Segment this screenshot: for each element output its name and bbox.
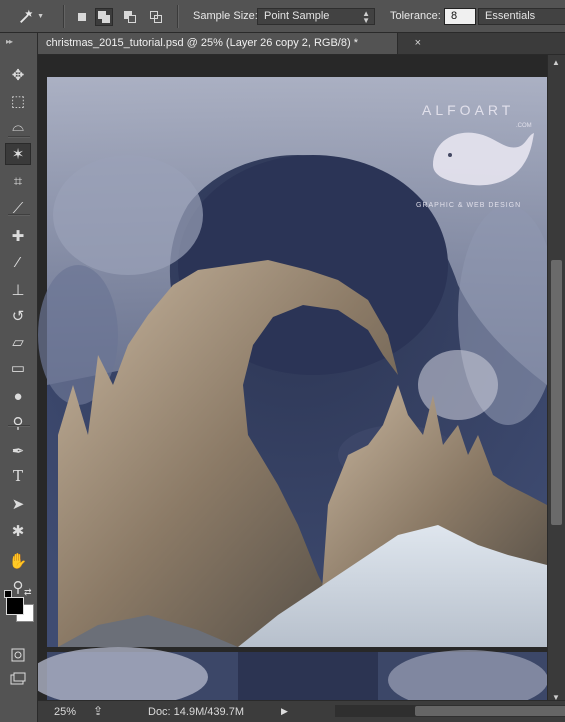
shape-tool[interactable]: ✱ — [5, 520, 31, 542]
hand-tool[interactable]: ✋ — [5, 550, 31, 572]
brush-tool[interactable]: ⁄ — [5, 251, 31, 273]
vertical-scroll-thumb[interactable] — [551, 260, 562, 525]
subtract-from-selection-button[interactable] — [121, 8, 139, 26]
sample-size-label: Sample Size: — [193, 10, 258, 22]
move-icon: ✥ — [11, 67, 25, 84]
clone-stamp-icon: ⊥ — [11, 282, 25, 299]
canvas-area[interactable]: ALFOART GRAPHIC & WEB DESIGN .COM — [38, 55, 547, 700]
path-selection-tool[interactable]: ➤ — [5, 493, 31, 515]
pen-icon: ✒ — [11, 443, 25, 460]
path-selection-icon: ➤ — [11, 496, 25, 513]
workspace-select[interactable]: Essentials — [478, 8, 565, 25]
stamp-tool[interactable]: ⊥ — [5, 279, 31, 301]
horizontal-scroll-thumb[interactable] — [415, 706, 565, 716]
document-tab-title: christmas_2015_tutorial.psd @ 25% (Layer… — [46, 37, 358, 49]
eraser-icon: ▱ — [12, 334, 24, 351]
watermark-bottom-text: GRAPHIC & WEB DESIGN — [416, 202, 521, 209]
gradient-tool[interactable]: ▭ — [5, 357, 31, 379]
document-tab[interactable]: christmas_2015_tutorial.psd @ 25% (Layer… — [38, 33, 421, 54]
foreground-color-swatch[interactable] — [6, 597, 24, 615]
crop-tool[interactable]: ⌗ — [5, 170, 31, 192]
swap-colors-icon[interactable]: ⇄ — [24, 587, 32, 598]
add-to-selection-button[interactable] — [95, 8, 113, 26]
document-size-info: Doc: 14.9M/439.7M — [148, 706, 244, 718]
bandage-icon: ✚ — [11, 228, 25, 245]
panel-grip-icon[interactable]: ▸▸ — [6, 37, 13, 46]
history-brush-tool[interactable]: ↺ — [5, 305, 31, 327]
sample-size-select[interactable]: Point Sample ▲ ▼ — [257, 8, 375, 25]
status-menu-arrow-icon[interactable]: ▶ — [281, 706, 288, 717]
crop-icon: ⌗ — [13, 172, 23, 190]
vertical-scrollbar[interactable]: ▲ ▼ — [547, 55, 565, 705]
spinner-arrows-icon: ▲ ▼ — [362, 9, 370, 25]
share-icon[interactable]: ⇪ — [93, 704, 103, 718]
workspace-value: Essentials — [485, 10, 536, 22]
lasso-tool[interactable]: ⌓ — [5, 115, 31, 137]
color-swatches[interactable]: ⇄ — [4, 587, 34, 622]
hand-icon: ✋ — [8, 553, 28, 570]
healing-tool[interactable]: ✚ — [5, 225, 31, 247]
marquee-tool[interactable]: ⬚ — [5, 90, 31, 112]
custom-shape-icon: ✱ — [11, 523, 25, 540]
new-selection-button[interactable] — [73, 8, 91, 26]
dodge-icon: ⚲ — [12, 415, 24, 432]
eraser-tool[interactable]: ▱ — [5, 331, 31, 353]
dodge-tool[interactable]: ⚲ — [5, 412, 31, 434]
canvas-image: ALFOART GRAPHIC & WEB DESIGN .COM — [38, 55, 547, 700]
horizontal-scrollbar[interactable] — [335, 705, 565, 717]
quick-mask-icon[interactable] — [5, 644, 31, 666]
tools-panel: ▸▸ ✥ ⬚ ⌓ ✶ ⌗ ⟋ ✚ ⁄ ⊥ ↺ ▱ ▭ ● ⚲ ✒ T ➤ ✱ ✋ ⚲ ⇄ — [0, 33, 38, 722]
magic-wand-tool[interactable]: ✶ — [5, 143, 31, 165]
tolerance-value: 8 — [451, 10, 458, 22]
magic-wand-icon: ✶ — [11, 146, 25, 163]
brush-icon: ⁄ — [16, 253, 20, 271]
rectangular-marquee-icon: ⬚ — [10, 93, 26, 110]
status-bar: 25% ⇪ Doc: 14.9M/439.7M ▶ — [38, 700, 565, 722]
type-icon: T — [12, 467, 23, 485]
polygonal-lasso-icon: ⌓ — [12, 117, 24, 135]
document-tab-bar: christmas_2015_tutorial.psd @ 25% (Layer… — [38, 33, 565, 55]
options-bar: ▼ Sample Size: Point Sample ▲ ▼ Tolerance… — [0, 0, 565, 33]
watermark-small-text: .COM — [516, 123, 532, 129]
sample-size-value: Point Sample — [264, 10, 330, 22]
history-brush-icon: ↺ — [11, 308, 25, 325]
toolbar-divider — [8, 136, 30, 138]
blur-tool[interactable]: ● — [5, 385, 31, 407]
toolbar-divider — [8, 425, 30, 427]
move-tool[interactable]: ✥ — [5, 64, 31, 86]
screen-mode-icon[interactable] — [5, 668, 31, 690]
pen-tool[interactable]: ✒ — [5, 440, 31, 462]
tolerance-input[interactable]: 8 — [444, 8, 476, 25]
close-tab-icon[interactable]: × — [415, 33, 421, 54]
intersect-selection-button[interactable] — [147, 8, 165, 26]
toolbar-divider — [8, 214, 30, 216]
tolerance-label: Tolerance: — [390, 10, 441, 22]
magic-wand-icon[interactable]: ▼ — [18, 6, 44, 26]
gradient-icon: ▭ — [10, 360, 26, 377]
watermark-top-text: ALFOART — [422, 102, 514, 118]
zoom-level[interactable]: 25% — [54, 706, 76, 718]
blur-drop-icon: ● — [13, 387, 23, 405]
scroll-up-icon[interactable]: ▲ — [552, 58, 560, 67]
type-tool[interactable]: T — [5, 465, 31, 487]
